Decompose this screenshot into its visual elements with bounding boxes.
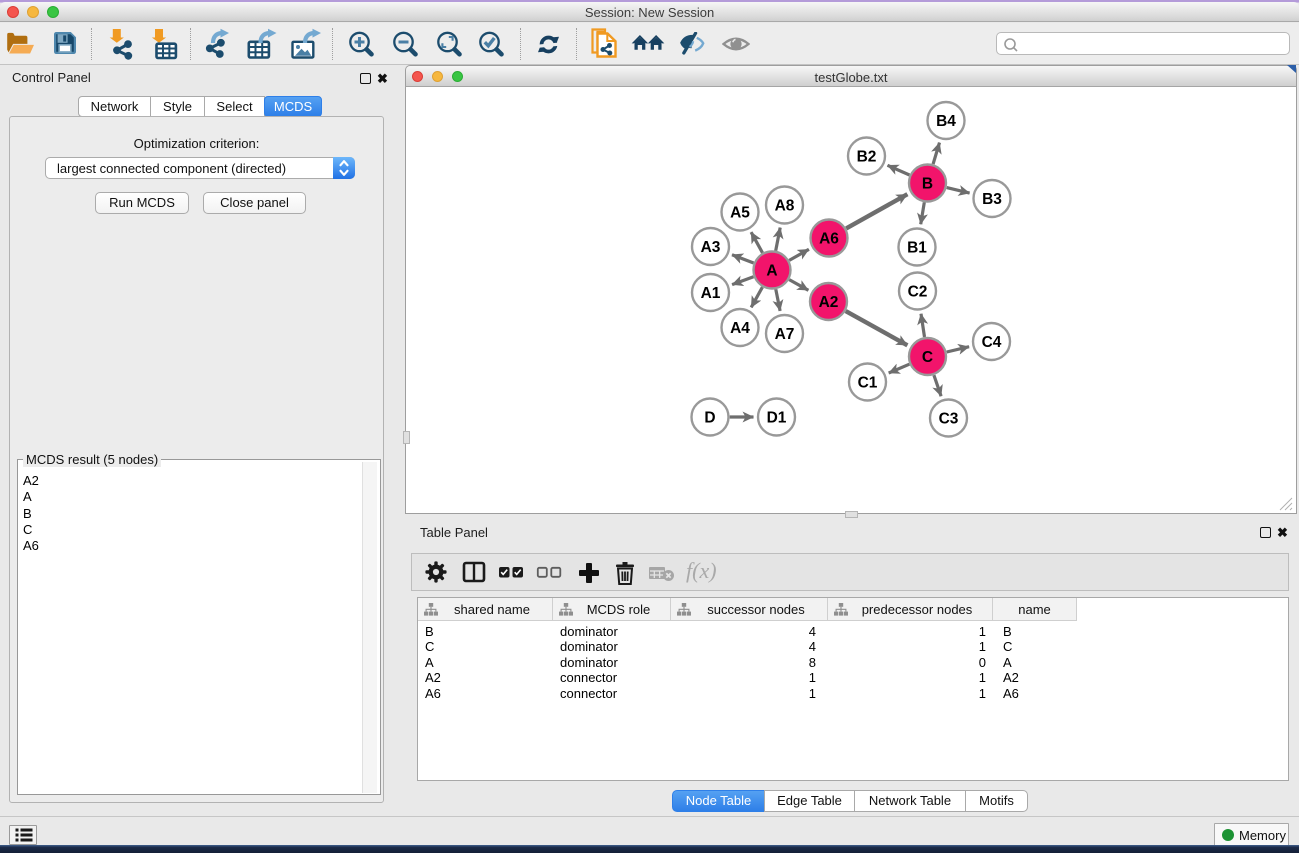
- svg-text:A4: A4: [730, 320, 750, 337]
- svg-text:B3: B3: [982, 191, 1002, 208]
- svg-text:C4: C4: [982, 334, 1002, 351]
- svg-text:C: C: [922, 349, 933, 366]
- svg-text:B1: B1: [907, 240, 927, 257]
- svg-text:B: B: [922, 176, 933, 193]
- svg-text:B2: B2: [857, 149, 877, 166]
- svg-text:C1: C1: [858, 375, 878, 392]
- svg-text:A5: A5: [730, 205, 750, 222]
- svg-text:A7: A7: [775, 326, 795, 343]
- svg-text:D1: D1: [767, 410, 787, 427]
- svg-text:C2: C2: [908, 284, 928, 301]
- svg-text:A2: A2: [819, 294, 839, 311]
- svg-text:A1: A1: [701, 285, 721, 302]
- svg-text:A8: A8: [775, 198, 795, 215]
- svg-text:B4: B4: [936, 113, 956, 130]
- svg-text:C3: C3: [939, 411, 959, 428]
- svg-text:A6: A6: [819, 231, 839, 248]
- svg-text:A3: A3: [701, 239, 721, 256]
- svg-text:A: A: [766, 263, 777, 280]
- svg-text:D: D: [704, 410, 715, 427]
